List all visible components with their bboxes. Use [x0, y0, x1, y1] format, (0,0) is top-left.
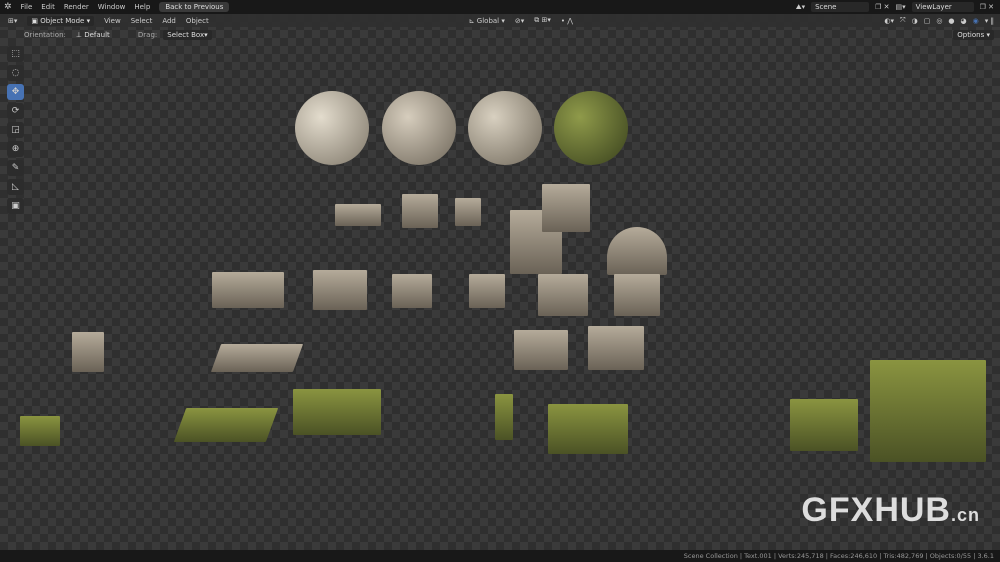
move-tool-icon[interactable]: ✥ [7, 84, 24, 100]
cursor-tool-icon[interactable]: ◌ [7, 65, 24, 81]
visibility-icon[interactable]: ◐▾ [884, 17, 894, 25]
watermark-suffix: .cn [950, 505, 980, 525]
scale-tool-icon[interactable]: ◲ [7, 122, 24, 138]
add-cube-tool-icon[interactable]: ▣ [7, 198, 24, 214]
menu-view[interactable]: View [104, 17, 121, 25]
material-sphere[interactable] [554, 91, 628, 165]
view-layer-icon[interactable]: ▤▾ [895, 3, 905, 11]
proportional-edit-icon[interactable]: • ⋀ [561, 17, 573, 25]
menu-file[interactable]: File [21, 3, 33, 11]
scene-statistics: Scene Collection | Text.001 | Verts:245,… [683, 552, 994, 560]
rotate-tool-icon[interactable]: ⟳ [7, 103, 24, 119]
status-bar: Scene Collection | Text.001 | Verts:245,… [0, 550, 1000, 562]
orientation-dropdown[interactable]: ⊥ Default [72, 30, 132, 40]
overlay-icon[interactable]: ◑ [912, 17, 918, 25]
shading-options-icon[interactable]: ▾ ‖ [985, 17, 994, 25]
menu-edit[interactable]: Edit [41, 3, 55, 11]
tool-settings-bar: Orientation: ⊥ Default Drag: Select Box▾… [0, 28, 1000, 41]
orientation-label: Orientation: [24, 30, 66, 39]
material-shading-icon[interactable]: ◕ [961, 17, 967, 25]
solid-shading-icon[interactable]: ● [948, 17, 954, 25]
view-layer-field[interactable]: ViewLayer [911, 2, 974, 12]
drag-value: Select Box [167, 30, 205, 39]
menu-add[interactable]: Add [162, 17, 176, 25]
orientation-value: Default [84, 30, 110, 39]
pivot-icon[interactable]: ⊘▾ [515, 17, 524, 25]
material-sphere[interactable] [382, 91, 456, 165]
options-dropdown[interactable]: Options ▾ [953, 29, 994, 40]
annotate-tool-icon[interactable]: ✎ [7, 160, 24, 176]
menu-help[interactable]: Help [134, 3, 150, 11]
scene-icon[interactable]: ⛰▾ [796, 3, 805, 12]
menu-window[interactable]: Window [98, 3, 126, 11]
transform-orientation-dropdown[interactable]: ⊾ Global ▾ [469, 17, 505, 25]
menu-select[interactable]: Select [131, 17, 153, 25]
top-menu-bar: ✲ File Edit Render Window Help Back to P… [0, 0, 1000, 14]
blender-logo-icon[interactable]: ✲ [4, 2, 12, 12]
measure-tool-icon[interactable]: ◺ [7, 179, 24, 195]
viewport-header: ⊞▾ ▣ Object Mode ▾ View Select Add Objec… [0, 14, 1000, 27]
drag-label: Drag: [137, 30, 158, 39]
options-label: Options [957, 30, 985, 39]
snap-icon[interactable]: ⧉ ⊞▾ [534, 16, 551, 25]
select-box-tool-icon[interactable]: ⬚ [7, 46, 24, 62]
menu-render[interactable]: Render [64, 3, 89, 11]
watermark-text: GFXHUB [801, 491, 951, 529]
mode-label: Object Mode [40, 16, 85, 25]
material-sphere[interactable] [468, 91, 542, 165]
menu-object[interactable]: Object [186, 17, 209, 25]
3d-viewport[interactable]: GFXHUB.cn [0, 14, 1000, 550]
xray-icon[interactable]: ▢ [924, 17, 931, 25]
watermark: GFXHUB.cn [801, 491, 980, 530]
drag-dropdown[interactable]: Select Box▾ [163, 29, 212, 40]
material-sphere[interactable] [295, 91, 369, 165]
editor-type-icon[interactable]: ⊞▾ [8, 17, 17, 25]
mode-dropdown[interactable]: ▣ Object Mode ▾ [27, 15, 95, 26]
gizmo-icon[interactable]: ⤧ [900, 16, 906, 25]
transform-tool-icon[interactable]: ⊕ [7, 141, 24, 157]
wireframe-shading-icon[interactable]: ◎ [936, 17, 942, 25]
new-view-layer-icon[interactable]: ❐ ✕ [980, 3, 994, 11]
transform-label: Global [476, 16, 500, 25]
new-scene-icon[interactable]: ❐ ✕ [875, 3, 889, 11]
scene-field[interactable]: Scene [811, 2, 870, 12]
toolbar: ⬚ ◌ ✥ ⟳ ◲ ⊕ ✎ ◺ ▣ [7, 46, 25, 214]
back-to-previous-button[interactable]: Back to Previous [159, 2, 230, 12]
rendered-shading-icon[interactable]: ◉ [973, 17, 979, 25]
